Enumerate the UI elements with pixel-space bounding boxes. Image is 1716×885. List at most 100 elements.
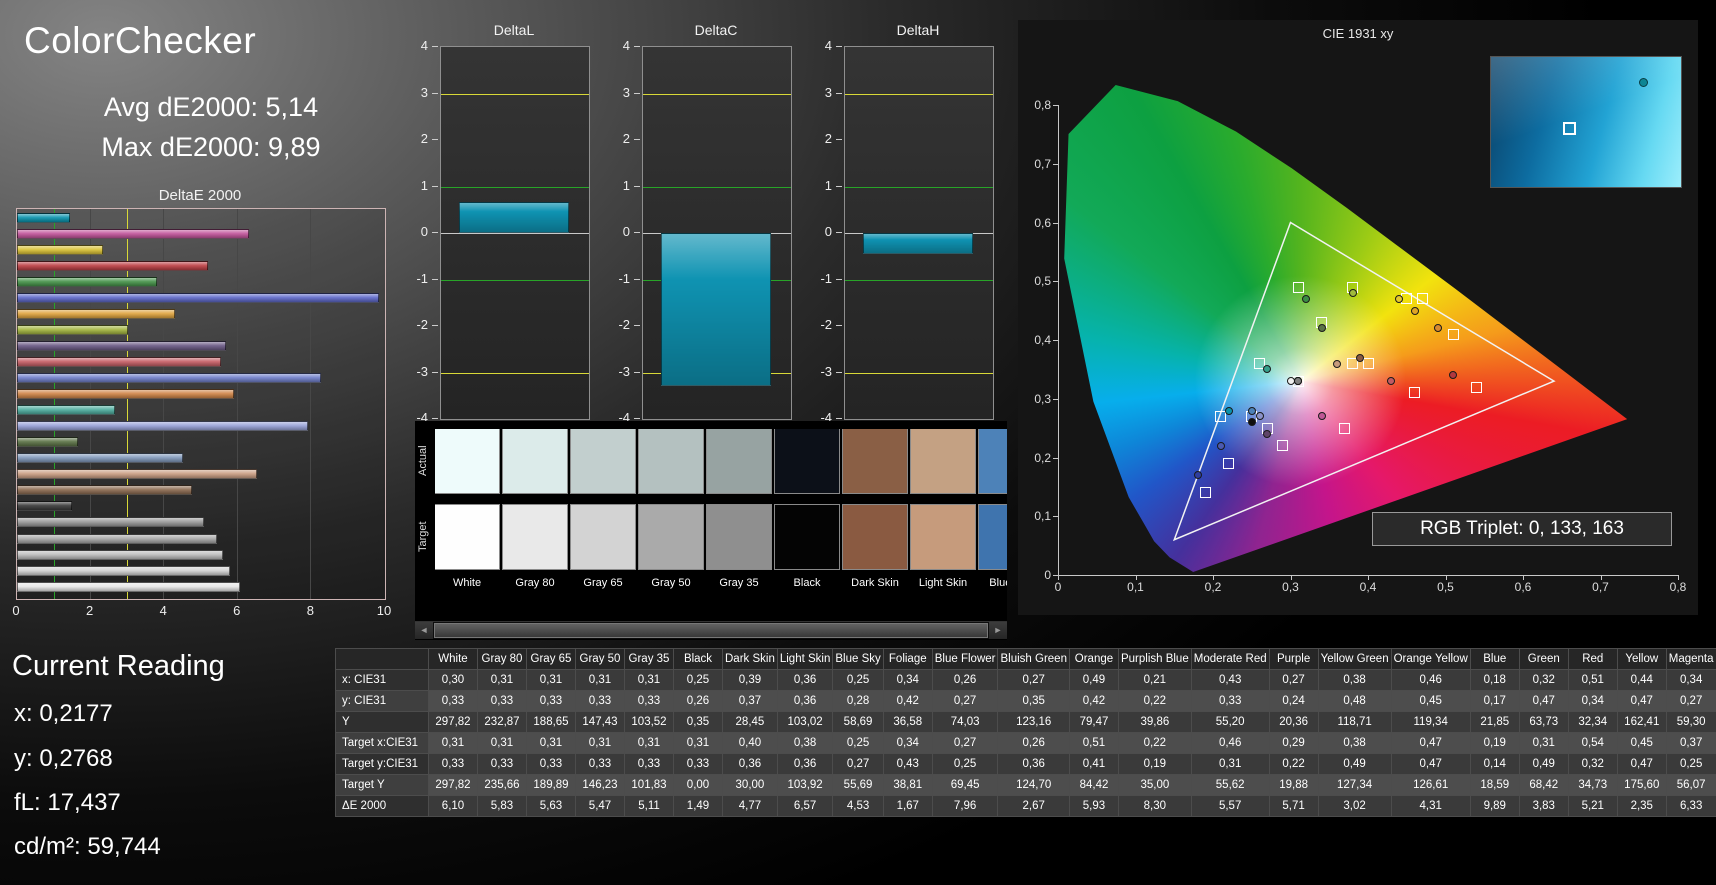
table-cell: 0,25 [673,669,723,691]
table-cell: 0,25 [832,732,884,754]
table-cell: 0,54 [1567,732,1618,754]
cie-target-moderate-red [1409,387,1420,399]
table-cell: 0,31 [624,669,674,691]
delta-h-y-tick [836,92,842,94]
delta-h-y-tick-label: 4 [824,38,832,53]
delta-h-y-tick [836,139,842,140]
column-header-blue-flower: Blue Flower [931,648,999,670]
table-cell: 127,34 [1317,774,1392,796]
table-cell: 0,19 [1117,753,1192,775]
delta-h-y-tick-label: 2 [824,131,832,146]
delta-h-y-labels: 4 3 2 1 0 -1 -2 -3 -4 [802,38,842,425]
table-cell: 126,61 [1390,774,1471,796]
table-cell: 0,31 [428,732,478,754]
table-cell: 7,96 [931,795,999,817]
table-cell: 0,24 [1268,690,1319,712]
table-cell: 58,69 [832,711,884,733]
delta-h-title: DeltaH [896,22,940,38]
deltae-x-tick-label: 6 [233,603,241,618]
table-cell: 0,31 [1190,753,1270,775]
delta-h-chart: DeltaH 4 3 2 1 0 -1 -2 -3 -4 [802,22,994,428]
delta-c-ref-line [643,93,791,95]
scroll-thumb[interactable] [434,623,988,638]
patch-strip: Actual Target White Gray 80 Gray 65 Gray 50… [415,421,1007,640]
delta-l-y-tick-label: 1 [420,177,428,193]
table-cell: 297,82 [428,711,478,733]
deltae-bar-yellow-green [17,324,128,335]
deltae-bar-white [17,581,241,592]
deltae-bar-moderate-red [17,356,221,367]
deltae-chart [16,208,386,600]
patch-label-dark-skin: Dark Skin [851,577,899,589]
scroll-right-button[interactable]: ► [989,622,1007,639]
table-cell: 2,35 [1616,795,1667,817]
patch-target-black [774,504,840,570]
table-cell: 0,47 [1390,732,1471,754]
column-header-red: Red [1567,648,1618,670]
delta-l-ref-line [441,372,589,374]
table-cell: 0,31 [526,669,576,691]
table-cell: 0,33 [428,690,478,712]
column-header-light-skin: Light Skin [776,648,834,670]
patch-target-gray-50 [638,504,704,570]
deltae-bar-dark-skin [17,485,192,496]
table-cell: 19,88 [1268,774,1319,796]
cie-measured-orange [1433,324,1442,333]
table-cell: 5,57 [1190,795,1270,817]
deltae-bar-orange-yellow [17,308,175,319]
table-cell: 4,77 [722,795,778,817]
delta-l-y-tick [432,46,438,47]
reading-x: x: 0,2177 [14,700,113,727]
table-cell: 0,45 [1390,690,1471,712]
scroll-left-button[interactable]: ◄ [415,622,433,639]
cie-measured-orange-yellow [1410,306,1419,315]
strip-scrollbar[interactable]: ◄ ► [415,621,1007,639]
table-cell: 189,89 [526,774,576,796]
row-label: Target x:CIE31 [335,732,429,754]
delta-l-y-tick [432,185,438,187]
delta-c-y-tick-label: 0 [622,224,630,239]
table-cell: 0,43 [1190,669,1270,691]
table-cell: 124,70 [997,774,1070,796]
patch-label-white: White [452,577,482,589]
deltae-bar-blue [17,292,379,303]
header-row: White Gray 80 Gray 65 Gray 50 Gray 35 Black Da… [335,648,1716,670]
patch-actual-gray-35 [706,429,772,494]
table-cell: 18,59 [1469,774,1520,796]
table-cell: 0,44 [1616,669,1667,691]
table-cell: 0,34 [882,732,933,754]
delta-c-y-tick-label: 3 [622,84,630,100]
table-cell: 0,31 [624,732,674,754]
column-header-white: White [428,648,478,670]
delta-l-ref-line [441,279,589,281]
table-cell: 1,49 [673,795,723,817]
table-cell: 0,47 [1616,753,1667,775]
table-cell: 0,38 [1317,732,1392,754]
table-cell: 0,21 [1117,669,1192,691]
column-header-blue: Blue [1469,648,1520,670]
measurement-table-wrap: White Gray 80 Gray 65 Gray 50 Gray 35 Black Da… [335,648,1716,817]
table-cell: 0,33 [526,690,576,712]
table-cell: 0,48 [1317,690,1392,712]
patch-target-light-skin [910,504,976,570]
patch-actual-gray-80 [502,429,568,494]
column-header-orange: Orange [1068,648,1119,670]
deltae-x-tick-label: 2 [85,603,94,618]
delta-h-y-tick [836,185,842,187]
table-cell: 0,31 [477,732,527,754]
table-cell: 0,26 [673,690,723,712]
delta-c-y-tick [634,46,640,47]
table-cell: 5,83 [477,795,527,817]
table-cell: 0,27 [931,732,999,754]
table-cell: 6,10 [428,795,478,817]
column-header-gray-80: Gray 80 [477,648,527,670]
deltae-bar-gray-65 [17,549,224,560]
table-cell: 55,20 [1190,711,1270,733]
table-cell: 4,31 [1390,795,1471,817]
patch-target-dark-skin [842,504,908,570]
delta-l-y-tick-label: -3 [416,363,428,379]
delta-c-y-tick [634,185,640,187]
table-cell: 0,27 [931,690,999,712]
cie-measured-purple [1263,430,1272,438]
table-cell: 56,07 [1665,774,1716,796]
